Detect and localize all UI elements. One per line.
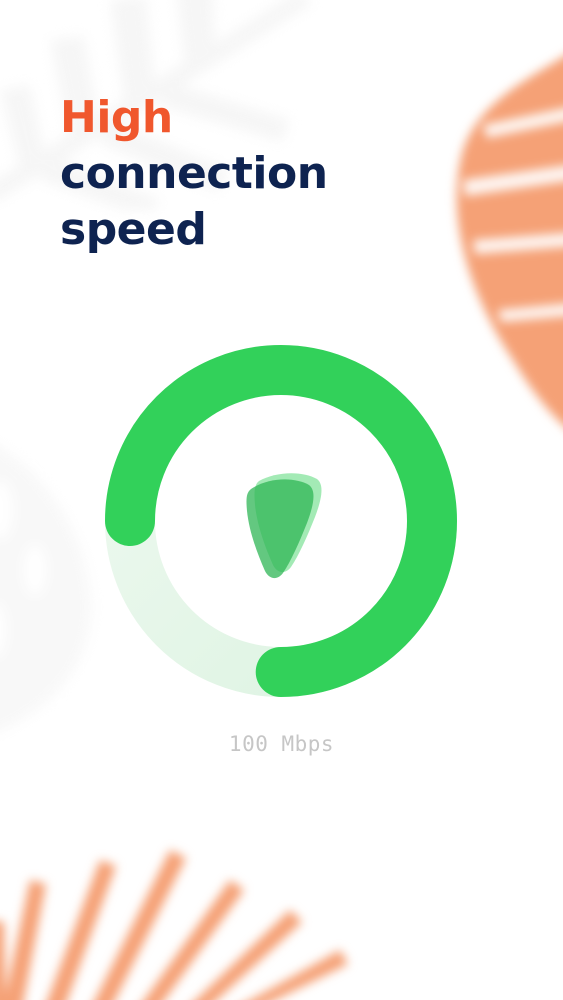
- shield-drop-icon: [246, 473, 322, 579]
- leaf-decoration-bottom: [0, 850, 348, 1000]
- title-line-speed: speed: [60, 204, 207, 255]
- title-line-connection: connection: [60, 148, 328, 199]
- speed-gauge: [105, 345, 457, 697]
- title-accent-word: High: [60, 92, 173, 143]
- onboarding-screen: High connection speed 100 Mbps: [0, 0, 563, 1000]
- page-title: High connection speed: [60, 90, 328, 258]
- speed-value-label: 100 Mbps: [228, 732, 335, 756]
